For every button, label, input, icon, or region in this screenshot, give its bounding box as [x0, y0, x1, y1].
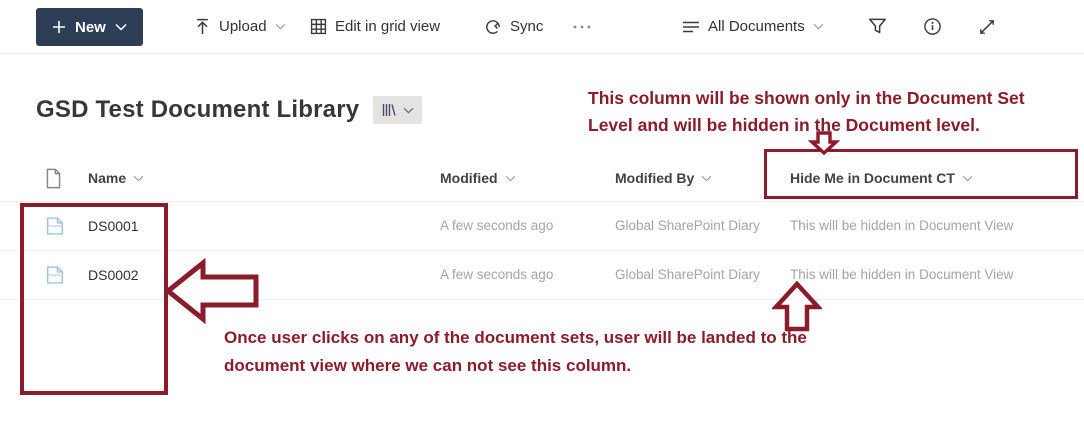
- column-header-modified-by[interactable]: Modified By: [615, 155, 712, 201]
- table-row[interactable]: DS0002 A few seconds ago Global SharePoi…: [0, 250, 1084, 300]
- column-header-hide-me[interactable]: Hide Me in Document CT: [790, 155, 973, 201]
- chevron-down-icon: [505, 175, 516, 182]
- filter-button[interactable]: [868, 0, 887, 53]
- document-icon: [45, 168, 62, 189]
- info-button[interactable]: [923, 0, 942, 53]
- upload-label: Upload: [219, 18, 267, 35]
- file-type-column-header[interactable]: [45, 155, 62, 201]
- view-selector-label: All Documents: [708, 18, 805, 35]
- docset-name-link[interactable]: DS0001: [88, 201, 139, 250]
- modified-value: A few seconds ago: [440, 267, 554, 282]
- filter-funnel-icon: [868, 17, 887, 36]
- modified-by-value: Global SharePoint Diary: [615, 218, 760, 233]
- chevron-down-icon: [115, 23, 127, 31]
- view-lines-icon: [682, 20, 700, 34]
- column-header-name[interactable]: Name: [88, 155, 144, 201]
- annotation-bottom-line1: Once user clicks on any of the document …: [224, 328, 807, 347]
- command-bar: New Upload Edit in grid view Sync All Do…: [0, 0, 1084, 54]
- edit-grid-view-label: Edit in grid view: [335, 18, 441, 35]
- chevron-down-icon: [403, 107, 414, 114]
- table-row[interactable]: DS0001 A few seconds ago Global SharePoi…: [0, 201, 1084, 251]
- annotation-bottom-text: Once user clicks on any of the document …: [224, 324, 807, 380]
- new-button-label: New: [75, 18, 106, 36]
- docset-icon: [44, 201, 66, 250]
- annotation-top-line1: This column will be shown only in the Do…: [588, 88, 1025, 108]
- column-header-label: Name: [88, 170, 127, 186]
- library-view-toggle-button[interactable]: [373, 96, 423, 124]
- column-header-modified[interactable]: Modified: [440, 155, 516, 201]
- chevron-down-icon: [962, 175, 973, 182]
- modified-by-value: Global SharePoint Diary: [615, 267, 760, 282]
- annotation-top-line2: Level and will be hidden in the Document…: [588, 115, 980, 135]
- hide-me-value: This will be hidden in Document View: [790, 218, 1014, 233]
- column-header-label: Modified By: [615, 170, 695, 186]
- plus-icon: [52, 20, 66, 34]
- new-button[interactable]: New: [36, 8, 143, 46]
- hide-me-value: This will be hidden in Document View: [790, 267, 1014, 282]
- chevron-down-icon: [133, 175, 144, 182]
- edit-grid-view-button[interactable]: Edit in grid view: [310, 0, 440, 53]
- grid-icon: [310, 18, 327, 35]
- table-header-row: Name Modified Modified By Hide Me in Doc…: [0, 155, 1084, 202]
- chevron-down-icon: [813, 23, 824, 30]
- modified-value: A few seconds ago: [440, 218, 554, 233]
- annotation-bottom-line2: document view where we can not see this …: [224, 356, 632, 375]
- docset-name-link[interactable]: DS0002: [88, 250, 139, 299]
- info-icon: [923, 17, 942, 36]
- column-header-label: Hide Me in Document CT: [790, 170, 955, 186]
- sync-label: Sync: [510, 18, 544, 35]
- sync-icon: [484, 18, 502, 36]
- more-commands-button[interactable]: [572, 0, 592, 53]
- page-title: GSD Test Document Library: [36, 96, 360, 123]
- expand-diagonal-icon: [978, 18, 996, 36]
- upload-button[interactable]: Upload: [194, 0, 286, 53]
- chevron-down-icon: [275, 23, 286, 30]
- ellipsis-icon: [572, 24, 592, 30]
- annotation-top-text: This column will be shown only in the Do…: [588, 85, 1025, 139]
- chevron-down-icon: [701, 175, 712, 182]
- sync-button[interactable]: Sync: [484, 0, 543, 53]
- upload-icon: [194, 18, 211, 35]
- library-books-icon: [381, 102, 397, 118]
- library-title-row: GSD Test Document Library: [36, 96, 423, 124]
- docset-icon: [44, 250, 66, 299]
- sharepoint-document-library-page: New Upload Edit in grid view Sync All Do…: [0, 0, 1084, 425]
- view-selector[interactable]: All Documents: [682, 0, 824, 53]
- column-header-label: Modified: [440, 170, 498, 186]
- fullscreen-button[interactable]: [978, 0, 996, 53]
